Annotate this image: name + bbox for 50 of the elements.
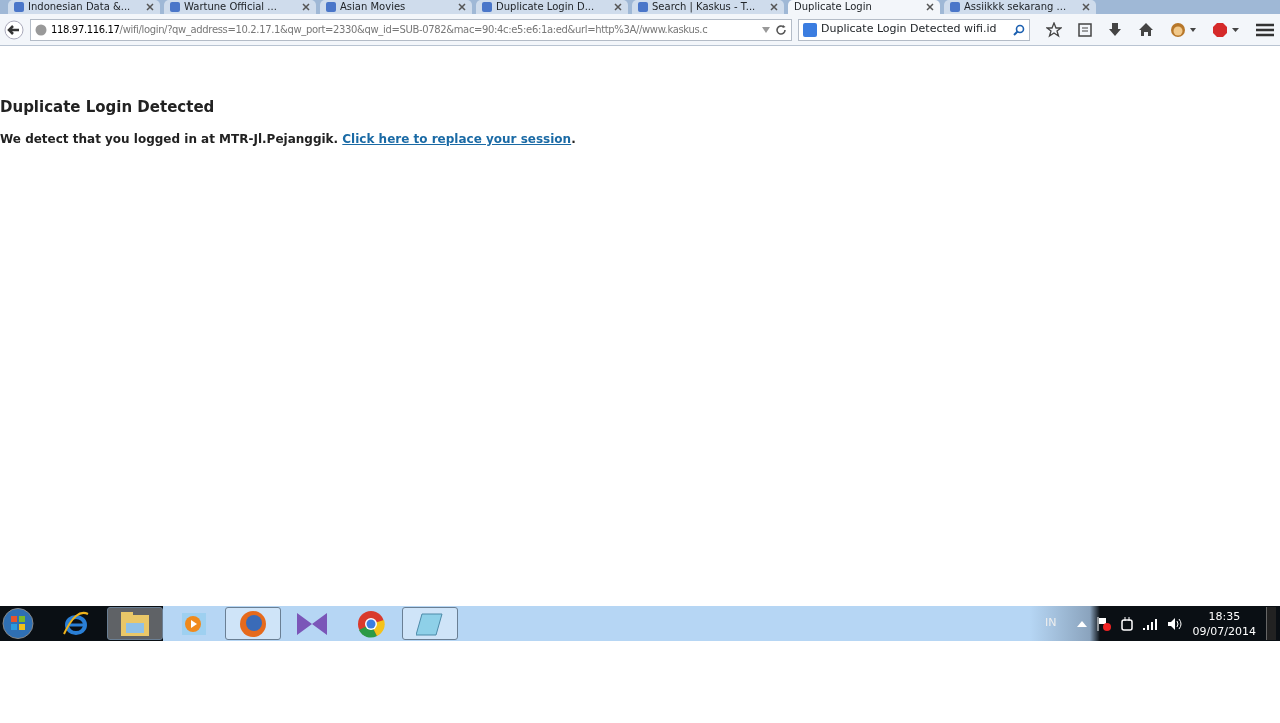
dropdown-icon[interactable] (761, 25, 771, 34)
home-icon[interactable] (1138, 22, 1154, 37)
address-field[interactable]: 118.97.116.17/wifi/login/?qw_address=10.2.17.1&qw_port=2330&qw_id=SUB-0782&mac=90:4c:e5:e6:1a:ed&url=http%3A//www.kaskus.c (30, 18, 792, 41)
search-icon[interactable] (1013, 23, 1025, 36)
favicon-icon (482, 2, 492, 12)
chrome-icon (357, 609, 385, 638)
bowtie-icon (296, 611, 328, 636)
globe-icon (35, 23, 47, 36)
reload-icon[interactable] (775, 23, 787, 36)
browser-tab[interactable]: Duplicate Login (788, 0, 940, 14)
search-field[interactable]: Duplicate Login Detected wifi.id (798, 18, 1030, 41)
favicon-icon (170, 2, 180, 12)
show-desktop-button[interactable] (1266, 607, 1276, 640)
page-heading: Duplicate Login Detected (0, 98, 216, 116)
folder-icon (120, 610, 150, 637)
browser-tab[interactable]: Duplicate Login D... (476, 0, 628, 14)
close-icon[interactable] (926, 3, 934, 11)
favicon-icon (950, 2, 960, 12)
signal-icon[interactable] (1142, 617, 1157, 630)
browser-tab[interactable]: Indonesian Data &... (8, 0, 160, 14)
adblock-icon[interactable] (1212, 21, 1240, 38)
e-logo-icon (62, 609, 90, 638)
clipboard-icon[interactable] (1078, 22, 1092, 37)
close-icon[interactable] (770, 3, 778, 11)
replace-session-link[interactable]: Click here to replace your session (342, 132, 572, 146)
search-engine-icon[interactable] (803, 22, 817, 37)
menu-icon[interactable] (1256, 22, 1274, 37)
back-icon[interactable] (4, 19, 24, 40)
play-icon (181, 611, 207, 636)
close-icon[interactable] (458, 3, 466, 11)
start-button[interactable] (0, 607, 36, 640)
favicon-icon (14, 2, 24, 12)
close-icon[interactable] (614, 3, 622, 11)
browser-tab[interactable]: Search | Kaskus - T... (632, 0, 784, 14)
close-icon[interactable] (146, 3, 154, 11)
browser-tab[interactable]: Assiikkk sekarang ... (944, 0, 1096, 14)
browser-tab[interactable]: Asian Movies (320, 0, 472, 14)
notepad-icon (416, 610, 444, 637)
close-icon[interactable] (302, 3, 310, 11)
flag-icon[interactable] (1096, 616, 1111, 631)
star-icon[interactable] (1046, 21, 1062, 38)
monkey-icon[interactable] (1170, 21, 1196, 38)
message-text: We detect that you logged in at MTR-Jl.Pejanggik. Click here to replace your session. (0, 131, 577, 148)
clock[interactable]: 18:35 09/07/2014 (1192, 608, 1256, 639)
browser-tab[interactable]: Wartune Official ... (164, 0, 316, 14)
favicon-icon (638, 2, 648, 12)
download-icon[interactable] (1108, 22, 1122, 37)
close-icon[interactable] (1082, 3, 1090, 11)
favicon-icon (326, 2, 336, 12)
volume-icon[interactable] (1166, 616, 1183, 631)
